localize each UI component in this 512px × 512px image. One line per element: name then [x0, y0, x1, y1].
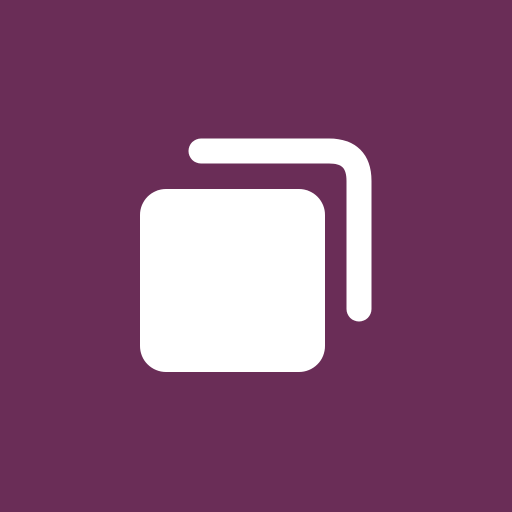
- app-icon-tile[interactable]: [0, 0, 512, 512]
- front-square: [140, 189, 325, 372]
- copy-icon: [140, 138, 372, 372]
